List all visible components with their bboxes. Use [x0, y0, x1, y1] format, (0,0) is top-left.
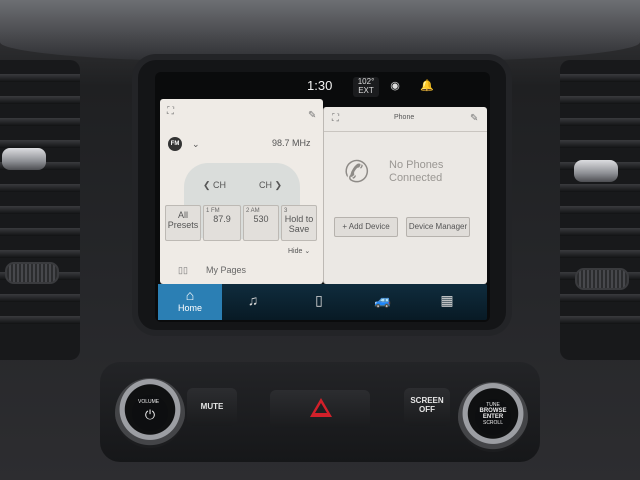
hazard-button[interactable] [270, 390, 370, 428]
radio-frequency: 98.7 MHz [272, 138, 311, 148]
phone-icon[interactable]: ▯ [304, 292, 334, 312]
screen-off-button[interactable]: SCREEN OFF [404, 388, 450, 426]
apps-grid-icon[interactable]: ▦ [432, 292, 462, 312]
left-air-vent [0, 60, 80, 360]
phone-disconnected-icon: ✆ [341, 154, 372, 191]
volume-knob[interactable]: ⏻ VOLUME [115, 378, 185, 448]
vehicle-icon[interactable]: 🚙 [368, 292, 398, 312]
home-icon: ⌂ [185, 287, 195, 303]
dashboard-top-trim [0, 0, 640, 62]
left-vent-wheel[interactable] [5, 262, 59, 284]
bell-icon[interactable]: 🔔 [419, 78, 435, 94]
clock: 1:30 [307, 78, 333, 93]
channel-prev-button[interactable]: ❮ CH [203, 180, 226, 191]
hazard-triangle-icon [310, 398, 332, 417]
edit-pencil-icon[interactable]: ✎ [308, 110, 316, 121]
phone-panel: ⛶ Phone ✎ ✆ No Phones Connected + Add De… [323, 107, 487, 284]
tune-knob[interactable]: TUNE BROWSE ENTER SCROLL [458, 382, 528, 452]
my-pages-link[interactable]: My Pages [206, 265, 246, 275]
radio-panel: ⛶ ✎ FM ⌄ 98.7 MHz ❮ CH CH ❯ All Presets … [160, 99, 323, 284]
fm-band-logo: FM [168, 137, 182, 151]
expand-icon[interactable]: ⛶ [332, 113, 339, 124]
preset-2-button[interactable]: 2 AM 530 [243, 205, 279, 241]
status-bar: 1:30 102° EXT ◉ 🔔 [155, 72, 490, 98]
music-icon[interactable]: ♫ [238, 292, 268, 312]
left-vent-tab[interactable] [2, 148, 46, 170]
expand-icon[interactable]: ⛶ [167, 106, 174, 117]
power-icon: ⏻ [144, 407, 156, 422]
touchscreen: 1:30 102° EXT ◉ 🔔 ⛶ ✎ FM ⌄ 98.7 MHz ❮ CH… [155, 72, 490, 322]
mute-button[interactable]: MUTE [187, 388, 237, 426]
nav-home-button[interactable]: ⌂ Home [158, 284, 222, 320]
right-vent-tab[interactable] [574, 160, 618, 182]
bottom-nav-bar: ⌂ Home ♫ ▯ 🚙 ▦ [158, 284, 487, 320]
chevron-down-icon[interactable]: ⌄ [192, 139, 200, 150]
hide-presets-button[interactable]: Hide ⌄ [288, 247, 310, 255]
pages-icon: ▯▯ [178, 265, 188, 275]
phone-title: Phone [394, 114, 415, 121]
device-manager-button[interactable]: Device Manager [406, 217, 470, 237]
right-vent-wheel[interactable] [575, 268, 629, 290]
channel-next-button[interactable]: CH ❯ [259, 180, 282, 191]
no-phones-message: No Phones Connected [389, 159, 444, 184]
add-device-button[interactable]: + Add Device [334, 217, 398, 237]
preset-1-button[interactable]: 1 FM 87.9 [203, 205, 241, 241]
outside-temperature: 102° EXT [353, 77, 379, 97]
edit-pencil-icon[interactable]: ✎ [470, 113, 478, 124]
all-presets-button[interactable]: All Presets [165, 205, 201, 241]
right-air-vent [560, 60, 640, 360]
phone-header: ⛶ Phone ✎ [324, 107, 487, 132]
voice-assistant-icon[interactable]: ◉ [387, 78, 403, 94]
preset-3-button[interactable]: 3 Hold to Save [281, 205, 317, 241]
